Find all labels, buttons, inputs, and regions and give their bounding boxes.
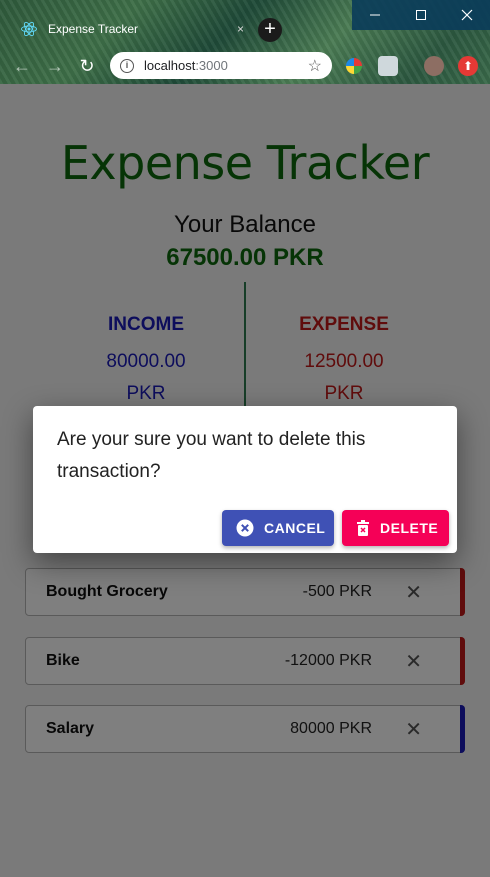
delete-button-label: DELETE	[380, 520, 439, 536]
close-icon	[461, 9, 473, 21]
profile-avatar-icon[interactable]	[424, 56, 444, 76]
update-icon[interactable]: ⬆	[458, 56, 478, 76]
url-text: localhost:3000	[144, 58, 228, 73]
bookmark-star-icon[interactable]: ☆	[308, 56, 322, 76]
maximize-icon	[416, 10, 426, 20]
screenshot-extension-icon[interactable]	[378, 56, 398, 76]
url-host: localhost	[144, 58, 196, 73]
forward-icon[interactable]: →	[43, 54, 67, 78]
new-tab-button[interactable]: +	[258, 18, 282, 42]
url-port: :3000	[195, 58, 228, 73]
tab-title: Expense Tracker	[48, 22, 139, 36]
dialog-message: Are your sure you want to delete this tr…	[57, 429, 366, 482]
delete-button[interactable]: DELETE	[342, 510, 449, 546]
info-icon[interactable]: i	[120, 58, 134, 73]
cancel-button[interactable]: CANCEL	[222, 510, 334, 546]
close-window-button[interactable]	[444, 0, 490, 30]
trash-icon	[356, 520, 370, 536]
window-controls	[352, 0, 490, 30]
browser-toolbar: ← → ↻ i localhost:3000 ☆ ⬆	[0, 48, 490, 84]
reload-icon[interactable]: ↻	[75, 54, 99, 78]
maximize-button[interactable]	[398, 0, 444, 30]
browser-chrome: Expense Tracker × + ← → ↻ i localhost:30…	[0, 0, 490, 84]
browser-tab[interactable]: Expense Tracker ×	[8, 12, 252, 46]
address-bar[interactable]: i localhost:3000 ☆	[110, 52, 332, 79]
tab-close-icon[interactable]: ×	[237, 22, 244, 36]
react-icon	[21, 21, 37, 37]
minimize-icon	[370, 14, 380, 16]
cancel-icon	[236, 519, 254, 537]
cancel-button-label: CANCEL	[264, 520, 326, 536]
confirm-delete-dialog: Are your sure you want to delete this tr…	[33, 406, 457, 553]
color-extension-icon[interactable]	[346, 58, 362, 74]
back-icon[interactable]: ←	[10, 54, 34, 78]
minimize-button[interactable]	[352, 0, 398, 30]
